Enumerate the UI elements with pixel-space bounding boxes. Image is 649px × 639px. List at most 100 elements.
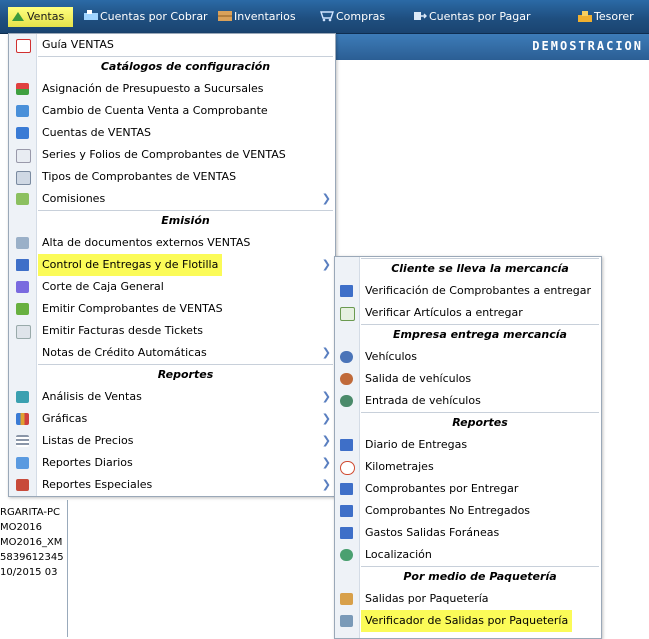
menu-item-label: Emitir Comprobantes de VENTAS bbox=[42, 302, 223, 315]
menu-item-label: Comisiones bbox=[42, 192, 106, 205]
chevron-right-icon: ❯ bbox=[321, 412, 331, 425]
menu-item-salida-de-vehiculos[interactable]: Salida de vehículos bbox=[335, 368, 601, 390]
menu-compras[interactable]: Compras bbox=[320, 0, 385, 33]
menu-item-cuentas-de-ventas[interactable]: Cuentas de VENTAS bbox=[9, 122, 335, 144]
menu-item-verificacion-de-comprobantes-a-entregar[interactable]: Verificación de Comprobantes a entregar bbox=[335, 280, 601, 302]
bar-chart-icon bbox=[16, 413, 29, 425]
page-title: DEMOSTRACION bbox=[532, 39, 643, 53]
menu-item-corte-de-caja-general[interactable]: Corte de Caja General bbox=[9, 276, 335, 298]
menu-compras-label: Compras bbox=[336, 10, 386, 23]
menu-item-label: Localización bbox=[365, 548, 432, 561]
menu-item-emitir-comprobantes-de-ventas[interactable]: Emitir Comprobantes de VENTAS bbox=[9, 298, 335, 320]
window-icon bbox=[16, 127, 29, 139]
menu-item-alta-de-documentos-externos-ventas[interactable]: Alta de documentos externos VENTAS bbox=[9, 232, 335, 254]
daily-report-icon bbox=[16, 457, 29, 469]
background-text: 5839612345 bbox=[0, 552, 64, 563]
menu-cuentas-pagar-label: Cuentas por Pagar bbox=[429, 10, 531, 23]
car-out-icon bbox=[340, 373, 353, 385]
divider bbox=[67, 500, 68, 637]
ticket-icon bbox=[16, 325, 31, 339]
menu-item-label: Reportes Diarios bbox=[42, 456, 133, 469]
menu-item-label: Alta de documentos externos VENTAS bbox=[42, 236, 251, 249]
menu-item-comisiones[interactable]: Comisiones ❯ bbox=[9, 188, 335, 210]
menu-item-gastos-salidas-foraneas[interactable]: Gastos Salidas Foráneas bbox=[335, 522, 601, 544]
menu-item-verificador-de-salidas-por-paqueteria[interactable]: Verificador de Salidas por Paquetería bbox=[335, 610, 601, 632]
budget-icon bbox=[16, 83, 29, 95]
menu-inventarios[interactable]: Inventarios bbox=[218, 0, 296, 33]
menu-item-salidas-por-paqueteria[interactable]: Salidas por Paquetería bbox=[335, 588, 601, 610]
menu-item-vehiculos[interactable]: Vehículos bbox=[335, 346, 601, 368]
background-text: RGARITA-PC bbox=[0, 507, 61, 518]
menu-item-reportes-especiales[interactable]: Reportes Especiales ❯ bbox=[9, 474, 335, 496]
menu-item-label: Reportes Especiales bbox=[42, 478, 153, 491]
menu-section-header-cliente-se-lleva-la-mercancia: Cliente se lleva la mercancía bbox=[391, 262, 569, 275]
menu-item-label: Análisis de Ventas bbox=[42, 390, 142, 403]
chevron-right-icon: ❯ bbox=[321, 478, 331, 491]
menu-ventas-label: Ventas bbox=[27, 10, 65, 23]
menu-item-comprobantes-no-entregados[interactable]: Comprobantes No Entregados bbox=[335, 500, 601, 522]
menu-item-control-de-entregas-y-de-flotilla[interactable]: Control de Entregas y de Flotilla ❯ bbox=[9, 254, 335, 276]
menu-ventas[interactable]: Ventas bbox=[8, 7, 73, 27]
menu-cuentas-cobrar[interactable]: Cuentas por Cobrar bbox=[84, 0, 208, 33]
menu-cuentas-pagar[interactable]: Cuentas por Pagar bbox=[413, 0, 531, 33]
menu-item-label: Guía VENTAS bbox=[42, 38, 114, 51]
chevron-right-icon: ❯ bbox=[321, 192, 331, 205]
menu-item-asignacion-de-presupuesto-a-sucursales[interactable]: Asignación de Presupuesto a Sucursales bbox=[9, 78, 335, 100]
menu-item-reportes-diarios[interactable]: Reportes Diarios ❯ bbox=[9, 452, 335, 474]
menu-item-tipos-de-comprobantes-de-ventas[interactable]: Tipos de Comprobantes de VENTAS bbox=[9, 166, 335, 188]
menu-item-label: Comprobantes por Entregar bbox=[365, 482, 519, 495]
menu-item-label: Listas de Precios bbox=[42, 434, 134, 447]
background-text: MO2016 bbox=[0, 522, 42, 533]
menu-item-verificar-articulos-a-entregar[interactable]: Verificar Artículos a entregar bbox=[335, 302, 601, 324]
truck-icon bbox=[16, 259, 29, 271]
menu-item-label: Series y Folios de Comprobantes de VENTA… bbox=[42, 148, 286, 161]
control-entregas-submenu: Cliente se lleva la mercancía Verificació… bbox=[334, 256, 602, 639]
menu-item-graficas[interactable]: Gráficas ❯ bbox=[9, 408, 335, 430]
menu-item-notas-de-credito-automaticas[interactable]: Notas de Crédito Automáticas ❯ bbox=[9, 342, 335, 364]
menu-item-label: Corte de Caja General bbox=[42, 280, 164, 293]
menu-item-cambio-de-cuenta-venta-a-comprobante[interactable]: Cambio de Cuenta Venta a Comprobante bbox=[9, 100, 335, 122]
page-title-bar: DEMOSTRACION bbox=[335, 34, 649, 60]
add-document-icon bbox=[16, 237, 29, 249]
menu-item-label: Salida de vehículos bbox=[365, 372, 472, 385]
menu-item-label: Verificación de Comprobantes a entregar bbox=[365, 284, 591, 297]
menu-section-header-emision: Emisión bbox=[161, 214, 210, 227]
cuentas-pagar-icon bbox=[413, 2, 427, 20]
menu-item-label: Emitir Facturas desde Tickets bbox=[42, 324, 203, 337]
menu-item-analisis-de-ventas[interactable]: Análisis de Ventas ❯ bbox=[9, 386, 335, 408]
analysis-icon bbox=[16, 391, 29, 403]
menu-section-header-por-medio-de-paqueteria: Por medio de Paquetería bbox=[403, 570, 557, 583]
pdf-icon bbox=[16, 39, 31, 53]
copy-icon bbox=[16, 149, 31, 163]
menu-item-comprobantes-por-entregar[interactable]: Comprobantes por Entregar bbox=[335, 478, 601, 500]
menu-section-header-catalogos-de-configuracion: Catálogos de configuración bbox=[100, 60, 271, 73]
pencil-icon bbox=[16, 193, 29, 205]
truck-icon bbox=[340, 483, 353, 495]
background-text: MO2016_XM bbox=[0, 537, 63, 548]
menu-item-emitir-facturas-desde-tickets[interactable]: Emitir Facturas desde Tickets bbox=[9, 320, 335, 342]
document-type-icon bbox=[16, 171, 31, 185]
menu-item-series-y-folios-de-comprobantes-de-ventas[interactable]: Series y Folios de Comprobantes de VENTA… bbox=[9, 144, 335, 166]
tesoreria-icon bbox=[578, 2, 592, 22]
menu-section-header-reportes: Reportes bbox=[452, 416, 508, 429]
inventarios-icon bbox=[218, 2, 232, 21]
menu-item-kilometrajes[interactable]: Kilometrajes bbox=[335, 456, 601, 478]
menu-item-label: Kilometrajes bbox=[365, 460, 434, 473]
ventas-dropdown-menu: Guía VENTAS Catálogos de configuración Asi… bbox=[8, 33, 336, 497]
menu-item-label: Asignación de Presupuesto a Sucursales bbox=[42, 82, 264, 95]
chevron-right-icon: ❯ bbox=[321, 258, 331, 271]
menu-item-guia-ventas[interactable]: Guía VENTAS bbox=[9, 34, 335, 56]
menu-item-diario-de-entregas[interactable]: Diario de Entregas bbox=[335, 434, 601, 456]
truck-icon bbox=[340, 527, 353, 539]
menu-item-entrada-de-vehiculos[interactable]: Entrada de vehículos bbox=[335, 390, 601, 412]
compras-icon bbox=[320, 2, 334, 22]
menu-item-listas-de-precios[interactable]: Listas de Precios ❯ bbox=[9, 430, 335, 452]
menu-item-localizacion[interactable]: Localización bbox=[335, 544, 601, 566]
car-icon bbox=[340, 351, 353, 363]
car-in-icon bbox=[340, 395, 353, 407]
top-menu-bar: Ventas Cuentas por Cobrar Inventarios Co… bbox=[0, 0, 649, 34]
menu-item-label: Salidas por Paquetería bbox=[365, 592, 489, 605]
menu-item-label: Cambio de Cuenta Venta a Comprobante bbox=[42, 104, 268, 117]
menu-tesoreria[interactable]: Tesorer bbox=[578, 0, 634, 33]
globe-icon bbox=[340, 549, 353, 561]
